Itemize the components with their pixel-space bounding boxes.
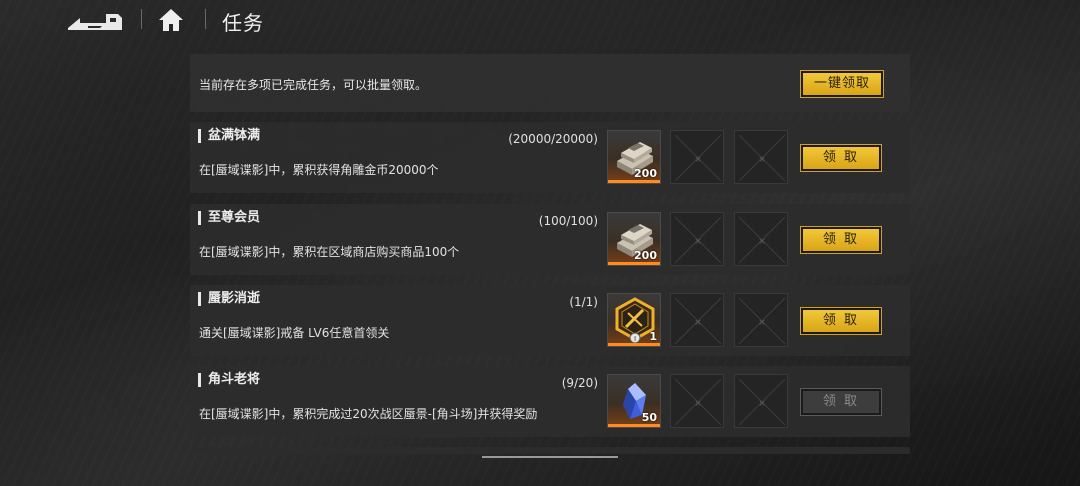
claim-button[interactable]: 领 取 xyxy=(800,144,882,172)
batch-claim-bar: 当前存在多项已完成任务，可以批量领取。 一键领取 xyxy=(190,54,910,112)
scroll-indicator xyxy=(482,456,618,458)
reward-count: 200 xyxy=(634,167,657,180)
claim-all-button[interactable]: 一键领取 xyxy=(800,70,884,98)
top-bar: 任务 xyxy=(0,0,1080,40)
empty-reward-slot: × xyxy=(734,293,788,347)
empty-reward-slot: × xyxy=(670,212,724,266)
task-description: 通关[蜃域谍影]戒备 LV6任意首领关 xyxy=(199,326,390,340)
svg-text:×: × xyxy=(694,318,702,328)
svg-text:×: × xyxy=(694,237,702,247)
svg-text:×: × xyxy=(758,399,766,409)
empty-reward-slot: × xyxy=(670,374,724,428)
task-progress: (9/20) xyxy=(561,376,598,390)
reward-count: 1 xyxy=(649,330,657,343)
divider xyxy=(141,9,142,29)
svg-text:×: × xyxy=(694,399,702,409)
batch-claim-text: 当前存在多项已完成任务，可以批量领取。 xyxy=(199,78,428,92)
svg-text:×: × xyxy=(694,155,702,165)
back-button[interactable] xyxy=(66,8,124,32)
svg-text:I: I xyxy=(634,335,636,343)
task-title: 角斗老将 xyxy=(198,373,260,387)
task-progress: (20000/20000) xyxy=(508,132,598,146)
svg-text:×: × xyxy=(758,155,766,165)
task-list[interactable]: 当前存在多项已完成任务，可以批量领取。 一键领取 盆满钵满 (20000/200… xyxy=(190,54,910,454)
home-button[interactable] xyxy=(158,8,184,32)
home-icon xyxy=(159,9,183,31)
divider xyxy=(205,9,206,29)
task-item-partial xyxy=(190,447,910,454)
reward-slot[interactable]: 200 xyxy=(607,212,661,266)
task-title: 盆满钵满 xyxy=(198,129,260,143)
task-title: 至尊会员 xyxy=(198,211,260,225)
reward-count: 200 xyxy=(634,249,657,262)
task-item: 盆满钵满 (20000/20000) 在[蜃域谍影]中，累积获得角雕金币2000… xyxy=(190,122,910,193)
empty-reward-slot: × xyxy=(734,374,788,428)
page-title: 任务 xyxy=(222,11,264,35)
task-title: 蜃影消逝 xyxy=(198,292,260,306)
svg-text:×: × xyxy=(758,318,766,328)
reward-slot[interactable]: 200 xyxy=(607,130,661,184)
task-item: 至尊会员 (100/100) 在[蜃域谍影]中，累积在区域商店购买商品100个 … xyxy=(190,204,910,275)
claim-button[interactable]: 领 取 xyxy=(800,307,882,335)
claim-button[interactable]: 领 取 xyxy=(800,226,882,254)
reward-slot[interactable]: 50 xyxy=(607,374,661,428)
task-progress: (100/100) xyxy=(538,214,598,228)
empty-reward-slot: × xyxy=(670,293,724,347)
task-item: 角斗老将 (9/20) 在[蜃域谍影]中，累积完成过20次战区蜃景-[角斗场]并… xyxy=(190,366,910,437)
svg-text:×: × xyxy=(758,237,766,247)
reward-slot[interactable]: I 1 xyxy=(607,293,661,347)
task-item: 蜃影消逝 (1/1) 通关[蜃域谍影]戒备 LV6任意首领关 I 1 × × 领… xyxy=(190,285,910,356)
empty-reward-slot: × xyxy=(734,212,788,266)
task-description: 在[蜃域谍影]中，累积完成过20次战区蜃景-[角斗场]并获得奖励 xyxy=(199,407,538,421)
task-description: 在[蜃域谍影]中，累积获得角雕金币20000个 xyxy=(199,163,439,177)
claim-button-disabled[interactable]: 领 取 xyxy=(800,388,882,416)
empty-reward-slot: × xyxy=(670,130,724,184)
task-progress: (1/1) xyxy=(569,295,598,309)
reward-count: 50 xyxy=(641,411,657,424)
back-arrow-icon xyxy=(68,14,122,30)
empty-reward-slot: × xyxy=(734,130,788,184)
task-description: 在[蜃域谍影]中，累积在区域商店购买商品100个 xyxy=(199,245,460,259)
